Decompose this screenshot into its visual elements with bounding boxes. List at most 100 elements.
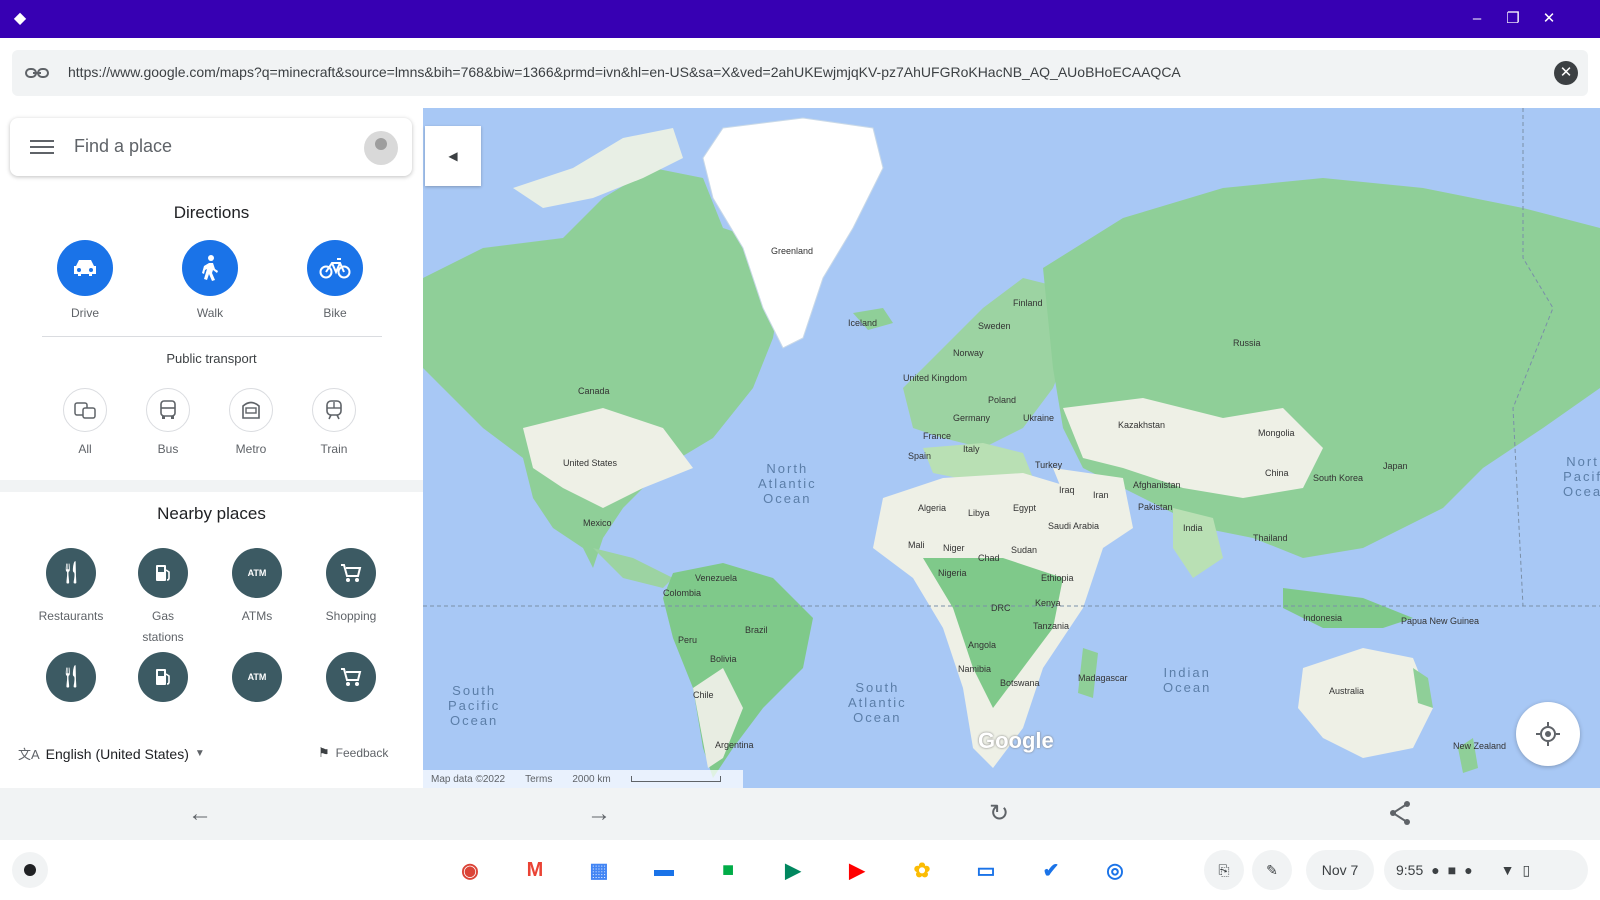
map-canvas[interactable]: Greenland Iceland Canada United States M… — [423, 108, 1600, 788]
date-button[interactable]: Nov 7 — [1306, 850, 1374, 890]
bus-button[interactable]: Bus — [133, 388, 203, 456]
address-bar[interactable]: https://www.google.com/maps?q=minecraft&… — [12, 50, 1588, 96]
close-icon[interactable]: ✕ — [1538, 8, 1560, 30]
tasks-icon[interactable]: ✔ — [1031, 850, 1071, 890]
train-label: Train — [320, 442, 348, 456]
back-arrow-icon[interactable]: ← — [186, 800, 214, 828]
label-bolivia: Bolivia — [710, 654, 737, 664]
atms-button[interactable]: ATM ATMs — [212, 548, 302, 627]
calendar-icon[interactable]: ▦ — [579, 850, 619, 890]
metro-icon — [229, 388, 273, 432]
label-india: India — [1183, 523, 1203, 533]
launcher-button[interactable] — [12, 852, 48, 888]
train-button[interactable]: Train — [299, 388, 369, 456]
metro-button[interactable]: Metro — [216, 388, 286, 456]
gas-station-icon — [138, 548, 188, 598]
label-china: China — [1265, 468, 1289, 478]
bike-icon — [307, 240, 363, 296]
hamburger-menu-icon[interactable] — [30, 136, 54, 158]
wifi-icon: ▼ — [1500, 862, 1515, 878]
map-attribution: Map data ©2022 — [431, 773, 506, 785]
label-sweden: Sweden — [978, 321, 1011, 331]
walk-button[interactable]: Walk — [170, 240, 250, 320]
browser-toolbar: ← → ↻ — [0, 788, 1600, 840]
messages-icon[interactable]: ▭ — [966, 850, 1006, 890]
search-box[interactable]: Find a place — [10, 118, 412, 176]
transit-all-button[interactable]: All — [50, 388, 120, 456]
chrome-icon[interactable]: ◉ — [450, 850, 490, 890]
collapse-panel-button[interactable]: ◀ — [425, 126, 481, 186]
gas-stations-button[interactable]: Gas stations — [118, 548, 208, 648]
minimize-icon[interactable]: – — [1466, 8, 1488, 30]
restore-icon[interactable]: ❐ — [1502, 8, 1524, 30]
feedback-icon: ⚑ — [318, 745, 330, 760]
shopping-label: Shopping — [325, 609, 377, 623]
label-thailand: Thailand — [1253, 533, 1288, 543]
label-saudi: Saudi Arabia — [1048, 521, 1100, 531]
bike-button[interactable]: Bike — [295, 240, 375, 320]
restaurant-icon: 🍴︎ — [46, 652, 96, 702]
avatar[interactable] — [364, 131, 398, 165]
gmail-icon[interactable]: M — [515, 850, 555, 890]
maps-app-icon[interactable]: ◎ — [1095, 850, 1135, 890]
restaurants-button[interactable]: 🍴︎ Restaurants — [26, 548, 116, 627]
label-tanzania: Tanzania — [1033, 621, 1070, 631]
label-norway: Norway — [953, 348, 984, 358]
url-text[interactable]: https://www.google.com/maps?q=minecraft&… — [68, 64, 1181, 80]
shopping-button-2[interactable] — [306, 652, 396, 702]
my-location-button[interactable] — [1516, 702, 1580, 766]
bus-icon — [146, 388, 190, 432]
divider — [42, 336, 382, 337]
photos-icon[interactable]: ✿ — [902, 850, 942, 890]
reload-icon[interactable]: ↻ — [985, 800, 1013, 828]
label-iraq: Iraq — [1059, 485, 1075, 495]
stylus-button[interactable]: ✎ — [1252, 850, 1292, 890]
language-selector[interactable]: 文A English (United States) ▼ — [18, 744, 205, 763]
label-france: France — [923, 431, 952, 441]
label-libya: Libya — [968, 508, 990, 518]
label-north-pacific: Nort Pacif Ocea — [1563, 454, 1600, 499]
label-botswana: Botswana — [1000, 678, 1040, 688]
label-angola: Angola — [968, 640, 997, 650]
drive-button[interactable]: Drive — [45, 240, 125, 320]
feedback-button[interactable]: ⚑ Feedback — [318, 745, 388, 761]
map-footer: Map data ©2022 Terms 2000 km — [423, 770, 743, 788]
restaurant-icon: 🍴︎ — [46, 548, 96, 598]
clear-url-icon[interactable]: ✕ — [1554, 61, 1578, 85]
forward-arrow-icon[interactable]: → — [585, 800, 613, 828]
shopping-button[interactable]: Shopping — [306, 548, 396, 627]
meet-icon[interactable]: ■ — [708, 850, 748, 890]
label-chad: Chad — [978, 553, 1000, 563]
arrow-back-icon[interactable]: ◆ — [10, 9, 30, 29]
files-icon[interactable]: ▬ — [644, 850, 684, 890]
gas-stations-button-2[interactable] — [118, 652, 208, 702]
label-spain: Spain — [908, 451, 932, 461]
label-peru: Peru — [678, 635, 698, 645]
terms-link[interactable]: Terms — [525, 774, 552, 785]
label-mali: Mali — [908, 540, 925, 550]
dropdown-arrow-icon: ▼ — [194, 748, 205, 759]
battery-icon: ▯ — [1522, 861, 1531, 878]
label-nigeria: Nigeria — [938, 568, 967, 578]
label-canada: Canada — [578, 386, 610, 396]
label-ukraine: Ukraine — [1023, 413, 1055, 423]
clipboard-button[interactable]: ⎘ — [1204, 850, 1244, 890]
atms-button-2[interactable]: ATM — [212, 652, 302, 702]
label-png: Papua New Guinea — [1401, 616, 1480, 626]
scale-label[interactable]: 2000 km — [572, 774, 610, 785]
notification-icon: ● — [1431, 862, 1440, 878]
share-icon[interactable] — [1386, 800, 1414, 828]
status-tray[interactable]: 9:55 ● ■ ● ▼ ▯ — [1384, 850, 1588, 890]
label-egypt: Egypt — [1013, 503, 1037, 513]
play-store-icon[interactable]: ▶ — [773, 850, 813, 890]
search-input[interactable]: Find a place — [74, 136, 172, 157]
bike-label: Bike — [323, 306, 347, 320]
gas-station-icon — [138, 652, 188, 702]
label-kazakhstan: Kazakhstan — [1118, 420, 1166, 430]
atm-icon: ATM — [232, 548, 282, 598]
restaurants-button-2[interactable]: 🍴︎ — [26, 652, 116, 702]
label-venezuela: Venezuela — [695, 573, 738, 583]
shopping-cart-icon — [326, 548, 376, 598]
my-location-icon — [1536, 722, 1560, 746]
youtube-icon[interactable]: ▶ — [837, 850, 877, 890]
